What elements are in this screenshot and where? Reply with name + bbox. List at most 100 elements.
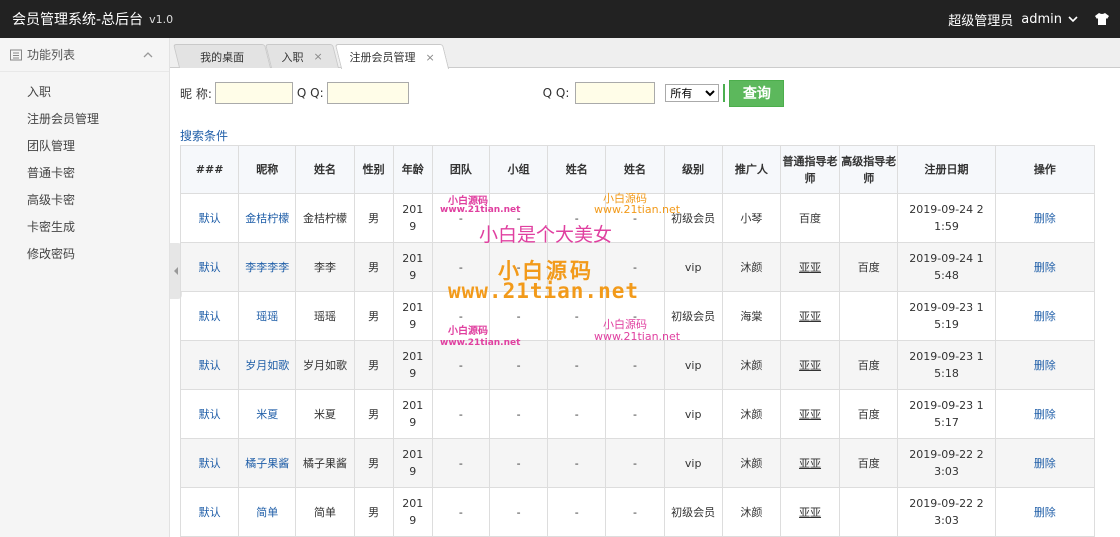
sidebar-item-onboarding[interactable]: 入职 (0, 79, 169, 106)
sidebar-header[interactable]: 功能列表 (0, 38, 169, 72)
nickname-link[interactable]: 橘子果酱 (238, 438, 297, 488)
user-role: 超级管理员 (948, 13, 1014, 29)
hidden-input[interactable] (408, 82, 539, 104)
default-link[interactable]: 默认 (179, 389, 240, 439)
sidebar-item-member-management[interactable]: 注册会员管理 (0, 106, 169, 133)
tab-member-management[interactable]: 注册会员管理 × (334, 44, 450, 69)
table-cell: 百度 (839, 389, 899, 439)
nickname-link[interactable]: 金桔柠檬 (238, 193, 297, 243)
qq-label: Q Q: (296, 86, 324, 100)
chevron-up-icon[interactable] (143, 50, 153, 60)
delete-link[interactable]: 删除 (994, 487, 1096, 537)
tab-desktop[interactable]: 我的桌面 (173, 44, 271, 68)
sidebar-item-normal-cards[interactable]: 普通卡密 (0, 160, 169, 187)
default-link[interactable]: 默认 (179, 242, 240, 292)
header-col-actions: 操作 (994, 145, 1096, 194)
table-cell: 百度 (779, 193, 841, 243)
table-cell: vip (663, 340, 723, 390)
sidebar-item-team-management[interactable]: 团队管理 (0, 133, 169, 160)
user-menu[interactable]: admin (1021, 12, 1062, 27)
nickname-link[interactable]: 李李李李 (238, 242, 297, 292)
close-icon[interactable]: × (426, 51, 435, 64)
table-cell: 瑶瑶 (295, 291, 355, 341)
default-link[interactable]: 默认 (179, 340, 240, 390)
table-cell: 2019-09-23 15:19 (897, 291, 996, 341)
app-version: v1.0 (149, 12, 174, 26)
table-cell: 沐颜 (721, 242, 781, 292)
default-link[interactable]: 默认 (179, 193, 240, 243)
table-row: 默认 橘子果酱 橘子果酱男 2019- - - - vip 沐颜 亚亚 百度 2019-09-22 2… (179, 438, 1096, 488)
delete-link[interactable]: 删除 (994, 340, 1096, 390)
delete-link[interactable]: 删除 (994, 291, 1096, 341)
table-cell: 初级会员 (663, 487, 723, 537)
delete-link[interactable]: 删除 (994, 438, 1096, 488)
tab-label: 注册会员管理 (349, 51, 416, 64)
table-cell: - (488, 193, 549, 243)
tab-label: 入职 (281, 50, 304, 64)
table-cell: 亚亚 (779, 340, 841, 390)
qq-input[interactable] (326, 82, 409, 104)
separator (723, 84, 726, 102)
table-cell: 亚亚 (779, 487, 841, 537)
header-col-register-date: 注册日期 (897, 145, 996, 194)
search-bar: 昵 称: Q Q: Q Q: 所有 查询 (180, 79, 785, 107)
table-cell: 亚亚 (779, 438, 841, 488)
nickname-link[interactable]: 简单 (238, 487, 297, 537)
nickname-label: 昵 称: (180, 86, 212, 101)
table-cell: 海棠 (721, 291, 781, 341)
table-cell: - (488, 291, 549, 341)
table-row: 默认 岁月如歌 岁月如歌男 2019- - - - vip 沐颜 亚亚 百度 2019-09-23 1… (179, 340, 1096, 390)
table-cell: - (547, 193, 607, 243)
query-button[interactable]: 查询 (729, 79, 785, 107)
search-criteria-link[interactable]: 搜索条件 (180, 127, 228, 144)
table-cell: 橘子果酱 (295, 438, 355, 488)
header-col-referrer: 推广人 (721, 145, 781, 194)
header-col-normal-mentor: 普通指导老师 (779, 145, 841, 194)
sidebar-item-card-generate[interactable]: 卡密生成 (0, 214, 169, 241)
header-col-gender: 性别 (353, 145, 394, 194)
skin-icon[interactable] (1094, 12, 1110, 26)
header-col-level: 级别 (663, 145, 723, 194)
header-col-name: 姓名 (295, 145, 355, 194)
header-col-id: ### (179, 145, 240, 194)
nickname-input[interactable] (214, 82, 293, 104)
table-cell: 男 (353, 340, 394, 390)
qq2-input[interactable] (575, 82, 656, 104)
delete-link[interactable]: 删除 (994, 242, 1096, 292)
member-table: ### 昵称 姓名 性别 年龄 团队 小组 姓名 姓名 级别 推广人 普通指导老师 高级指导老师 注册日期… (179, 145, 1096, 537)
list-icon (10, 49, 22, 60)
close-icon[interactable]: × (314, 50, 323, 63)
table-cell: 2019-09-23 15:18 (897, 340, 996, 390)
nickname-link[interactable]: 岁月如歌 (238, 340, 297, 390)
table-cell: - (605, 389, 665, 439)
default-link[interactable]: 默认 (179, 291, 240, 341)
nickname-link[interactable]: 米夏 (238, 389, 297, 439)
app-title: 会员管理系统-总后台 (12, 12, 144, 28)
tab-onboarding[interactable]: 入职 × (265, 44, 339, 68)
table-cell: 亚亚 (779, 291, 841, 341)
delete-link[interactable]: 删除 (994, 389, 1096, 439)
table-cell: vip (663, 438, 723, 488)
table-cell: 男 (353, 242, 394, 292)
delete-link[interactable]: 删除 (994, 193, 1096, 243)
level-select[interactable]: 所有 (665, 84, 720, 102)
table-cell: 金桔柠檬 (295, 193, 355, 243)
sidebar-item-change-password[interactable]: 修改密码 (0, 241, 169, 268)
nickname-link[interactable]: 瑶瑶 (238, 291, 297, 341)
sidebar-item-premium-cards[interactable]: 高级卡密 (0, 187, 169, 214)
table-cell: - (431, 340, 491, 390)
table-cell: 2019-09-22 23:03 (897, 438, 996, 488)
default-link[interactable]: 默认 (179, 438, 240, 488)
header-col-name-3: 姓名 (605, 145, 665, 194)
table-cell: 亚亚 (779, 242, 841, 292)
table-cell: 2019 (392, 291, 433, 341)
sidebar-menu: 入职 注册会员管理 团队管理 普通卡密 高级卡密 卡密生成 修改密码 (0, 72, 169, 268)
header-col-team: 团队 (431, 145, 491, 194)
qq2-label: Q Q: (542, 86, 570, 100)
chevron-down-icon[interactable] (1066, 12, 1080, 26)
table-cell (839, 291, 899, 341)
table-cell (839, 193, 899, 243)
tab-bar: 我的桌面 入职 × 注册会员管理 × (170, 38, 1120, 69)
default-link[interactable]: 默认 (179, 487, 240, 537)
table-row: 默认 瑶瑶 瑶瑶男 2019- - - - 初级会员 海棠 亚亚 2019-09-23 15:19 删… (179, 291, 1096, 341)
